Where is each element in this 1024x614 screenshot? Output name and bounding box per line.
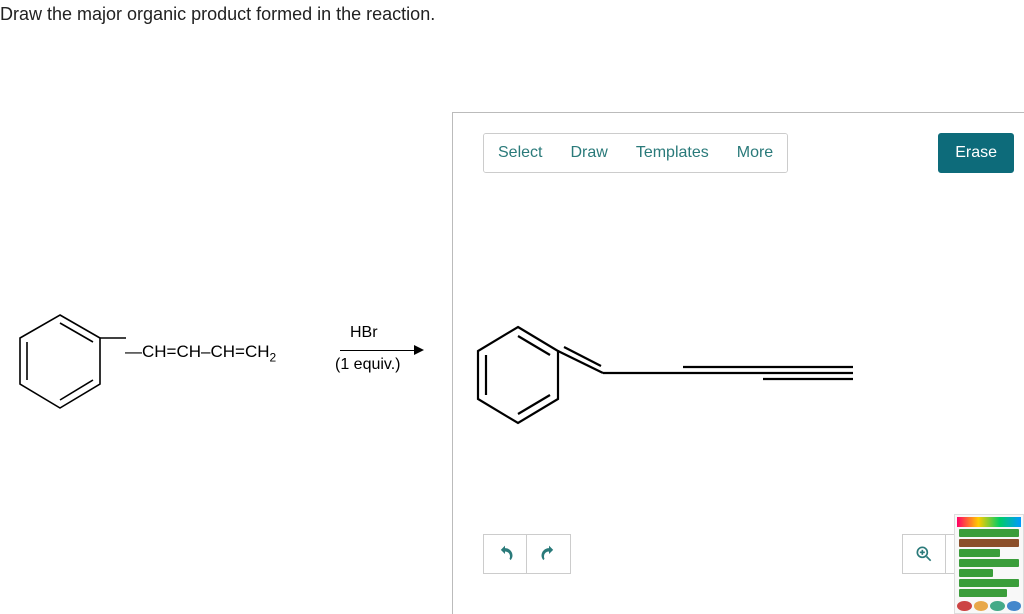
erase-button[interactable]: Erase: [938, 133, 1014, 173]
question-text: Draw the major organic product formed in…: [0, 4, 435, 25]
reagent-label: HBr: [350, 322, 378, 344]
reaction-arrow-head: [414, 345, 424, 355]
toolbar-tab-group: Select Draw Templates More: [483, 133, 788, 173]
substituent-formula: —CH=CH–CH=CH2: [125, 342, 276, 364]
redo-icon: [539, 544, 559, 564]
reagent-top: HBr: [350, 322, 378, 344]
structure-editor-panel: Select Draw Templates More Erase: [452, 112, 1024, 614]
redo-button[interactable]: [527, 534, 571, 574]
minimap-thumbnail[interactable]: [954, 514, 1024, 614]
substituent-subscript: 2: [270, 350, 277, 364]
drawn-structure: [453, 183, 1013, 563]
starting-material-structure: [0, 300, 130, 420]
tab-select[interactable]: Select: [484, 134, 556, 172]
reaction-arrow-line: [340, 350, 420, 351]
bottom-left-controls: [483, 534, 571, 574]
tab-templates[interactable]: Templates: [622, 134, 723, 172]
undo-icon: [495, 544, 515, 564]
tab-more[interactable]: More: [723, 134, 787, 172]
reagent-bottom: (1 equiv.): [335, 356, 401, 374]
zoom-in-button[interactable]: [902, 534, 946, 574]
zoom-in-icon: [914, 544, 934, 564]
substituent-main: —CH=CH–CH=CH: [125, 342, 270, 361]
editor-toolbar: Select Draw Templates More Erase: [483, 133, 1014, 173]
tab-draw[interactable]: Draw: [556, 134, 621, 172]
undo-button[interactable]: [483, 534, 527, 574]
